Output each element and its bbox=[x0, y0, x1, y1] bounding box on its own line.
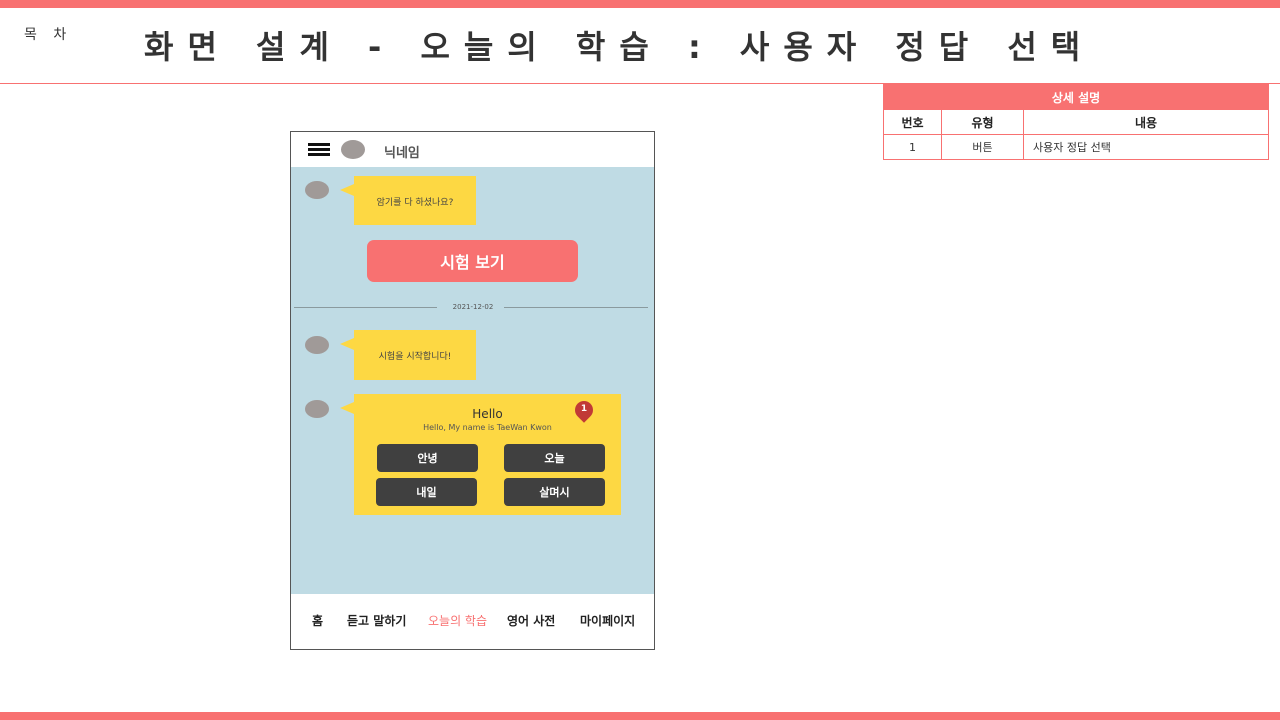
nav-my-page[interactable]: 마이페이지 bbox=[580, 612, 635, 629]
bottom-nav: 홈 듣고 말하기 오늘의 학습 영어 사전 마이페이지 bbox=[291, 594, 654, 649]
page-title: 화면 설계 - 오늘의 학습 : 사용자 정답 선택 bbox=[144, 28, 1095, 66]
description-table-title: 상세 설명 bbox=[884, 85, 1268, 109]
cell-type: 버튼 bbox=[942, 135, 1024, 159]
date-divider-right bbox=[504, 307, 648, 308]
annotation-marker-number: 1 bbox=[580, 404, 588, 414]
column-header-content: 내용 bbox=[1134, 115, 1158, 130]
column-header-number: 번호 bbox=[884, 110, 942, 134]
message-text: 암기를 다 하셨나요? bbox=[376, 198, 454, 208]
answer-option-2[interactable]: 오늘 bbox=[504, 444, 605, 472]
user-avatar[interactable] bbox=[341, 140, 365, 159]
nav-english-dictionary[interactable]: 영어 사전 bbox=[507, 612, 555, 629]
phone-header: 닉네임 bbox=[291, 132, 654, 167]
date-divider-left bbox=[294, 307, 437, 308]
message-text: 시험을 시작합니다! bbox=[378, 352, 452, 362]
phone-mockup: 닉네임 암기를 다 하셨나요? 시험 보기 2021-12-02 시험을 시작합… bbox=[290, 131, 655, 650]
top-accent-bar bbox=[0, 0, 1280, 8]
take-exam-button[interactable]: 시험 보기 bbox=[367, 240, 578, 282]
cell-content: 사용자 정답 선택 bbox=[1033, 141, 1111, 154]
description-table-header: 번호 유형 내용 bbox=[884, 109, 1268, 134]
nav-home[interactable]: 홈 bbox=[312, 612, 323, 629]
question-bubble: Hello Hello, My name is TaeWan Kwon 안녕 오… bbox=[340, 394, 621, 515]
answer-option-3[interactable]: 내일 bbox=[376, 478, 477, 506]
bot-avatar bbox=[305, 181, 329, 199]
bot-avatar bbox=[305, 400, 329, 418]
nickname: 닉네임 bbox=[384, 146, 420, 161]
table-row: 1 버튼 사용자 정답 선택 bbox=[884, 134, 1268, 159]
nav-listen-speak[interactable]: 듣고 말하기 bbox=[347, 612, 406, 629]
bottom-accent-bar bbox=[0, 712, 1280, 720]
chat-bubble-memorize: 암기를 다 하셨나요? bbox=[340, 176, 476, 225]
chat-area: 암기를 다 하셨나요? 시험 보기 2021-12-02 시험을 시작합니다! … bbox=[291, 167, 654, 594]
nav-today-study[interactable]: 오늘의 학습 bbox=[428, 612, 487, 629]
chat-date: 2021-12-02 bbox=[452, 303, 494, 311]
menu-icon[interactable] bbox=[308, 143, 330, 157]
bot-avatar bbox=[305, 336, 329, 354]
column-header-type: 유형 bbox=[942, 110, 1024, 134]
answer-option-4[interactable]: 살며시 bbox=[504, 478, 605, 506]
answer-option-1[interactable]: 안녕 bbox=[377, 444, 478, 472]
toc-label[interactable]: 목 차 bbox=[24, 24, 72, 44]
chat-bubble-exam-start: 시험을 시작합니다! bbox=[340, 330, 476, 380]
cell-number: 1 bbox=[884, 135, 942, 159]
description-table: 상세 설명 번호 유형 내용 1 버튼 사용자 정답 선택 bbox=[883, 84, 1269, 160]
question-sentence: Hello, My name is TaeWan Kwon bbox=[423, 423, 552, 432]
